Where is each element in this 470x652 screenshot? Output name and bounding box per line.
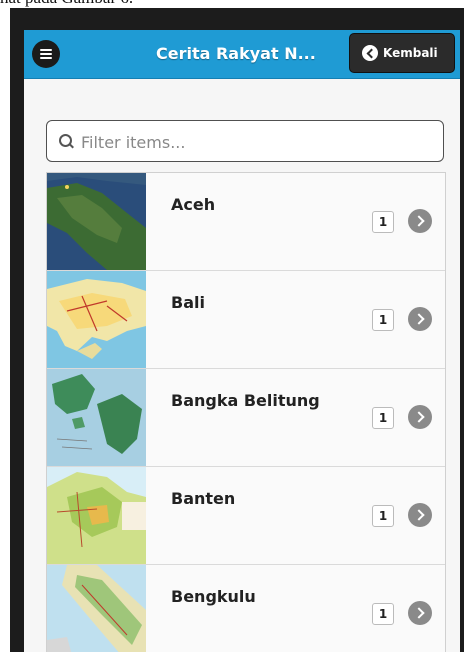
menu-icon bbox=[40, 49, 52, 51]
phone-frame: Cerita Rakyat N... Kembali Aceh 1 bbox=[10, 8, 464, 652]
province-list: Aceh 1 Bali 1 Bangka Belitung 1 Banten 1… bbox=[46, 172, 446, 652]
count-badge: 1 bbox=[372, 603, 394, 625]
search-icon bbox=[59, 134, 72, 147]
list-item-label: Bengkulu bbox=[171, 587, 256, 606]
filter-input[interactable] bbox=[79, 128, 433, 156]
app-header: Cerita Rakyat N... Kembali bbox=[24, 30, 460, 79]
list-item-label: Bali bbox=[171, 293, 205, 312]
list-item-label: Aceh bbox=[171, 195, 216, 214]
chevron-right-icon[interactable] bbox=[408, 405, 432, 429]
map-thumbnail bbox=[47, 565, 146, 652]
list-item[interactable]: Aceh 1 bbox=[47, 173, 445, 271]
list-item[interactable]: Banten 1 bbox=[47, 467, 445, 565]
chevron-right-icon[interactable] bbox=[408, 503, 432, 527]
count-badge: 1 bbox=[372, 407, 394, 429]
chevron-right-icon[interactable] bbox=[408, 307, 432, 331]
list-item-label: Bangka Belitung bbox=[171, 391, 320, 410]
filter-box bbox=[46, 120, 444, 162]
caption-text: hat pada Gambar 6. bbox=[0, 0, 133, 8]
count-badge: 1 bbox=[372, 211, 394, 233]
list-item[interactable]: Bangka Belitung 1 bbox=[47, 369, 445, 467]
map-thumbnail bbox=[47, 467, 146, 564]
list-item-label: Banten bbox=[171, 489, 236, 508]
list-item[interactable]: Bengkulu 1 bbox=[47, 565, 445, 652]
menu-icon-bar bbox=[40, 57, 52, 59]
page-title: Cerita Rakyat N... bbox=[156, 44, 316, 63]
chevron-right-icon[interactable] bbox=[408, 209, 432, 233]
menu-button[interactable] bbox=[32, 40, 60, 68]
back-button[interactable]: Kembali bbox=[349, 33, 455, 73]
map-thumbnail bbox=[47, 271, 146, 368]
app-screen: Cerita Rakyat N... Kembali Aceh 1 bbox=[24, 30, 460, 652]
document-caption: hat pada Gambar 6. bbox=[0, 0, 470, 8]
count-badge: 1 bbox=[372, 505, 394, 527]
menu-icon-bar bbox=[40, 53, 52, 55]
back-button-label: Kembali bbox=[383, 46, 438, 60]
map-thumbnail bbox=[47, 173, 146, 270]
list-item[interactable]: Bali 1 bbox=[47, 271, 445, 369]
count-badge: 1 bbox=[372, 309, 394, 331]
chevron-right-icon[interactable] bbox=[408, 601, 432, 625]
chevron-left-icon bbox=[362, 45, 378, 61]
map-thumbnail bbox=[47, 369, 146, 466]
